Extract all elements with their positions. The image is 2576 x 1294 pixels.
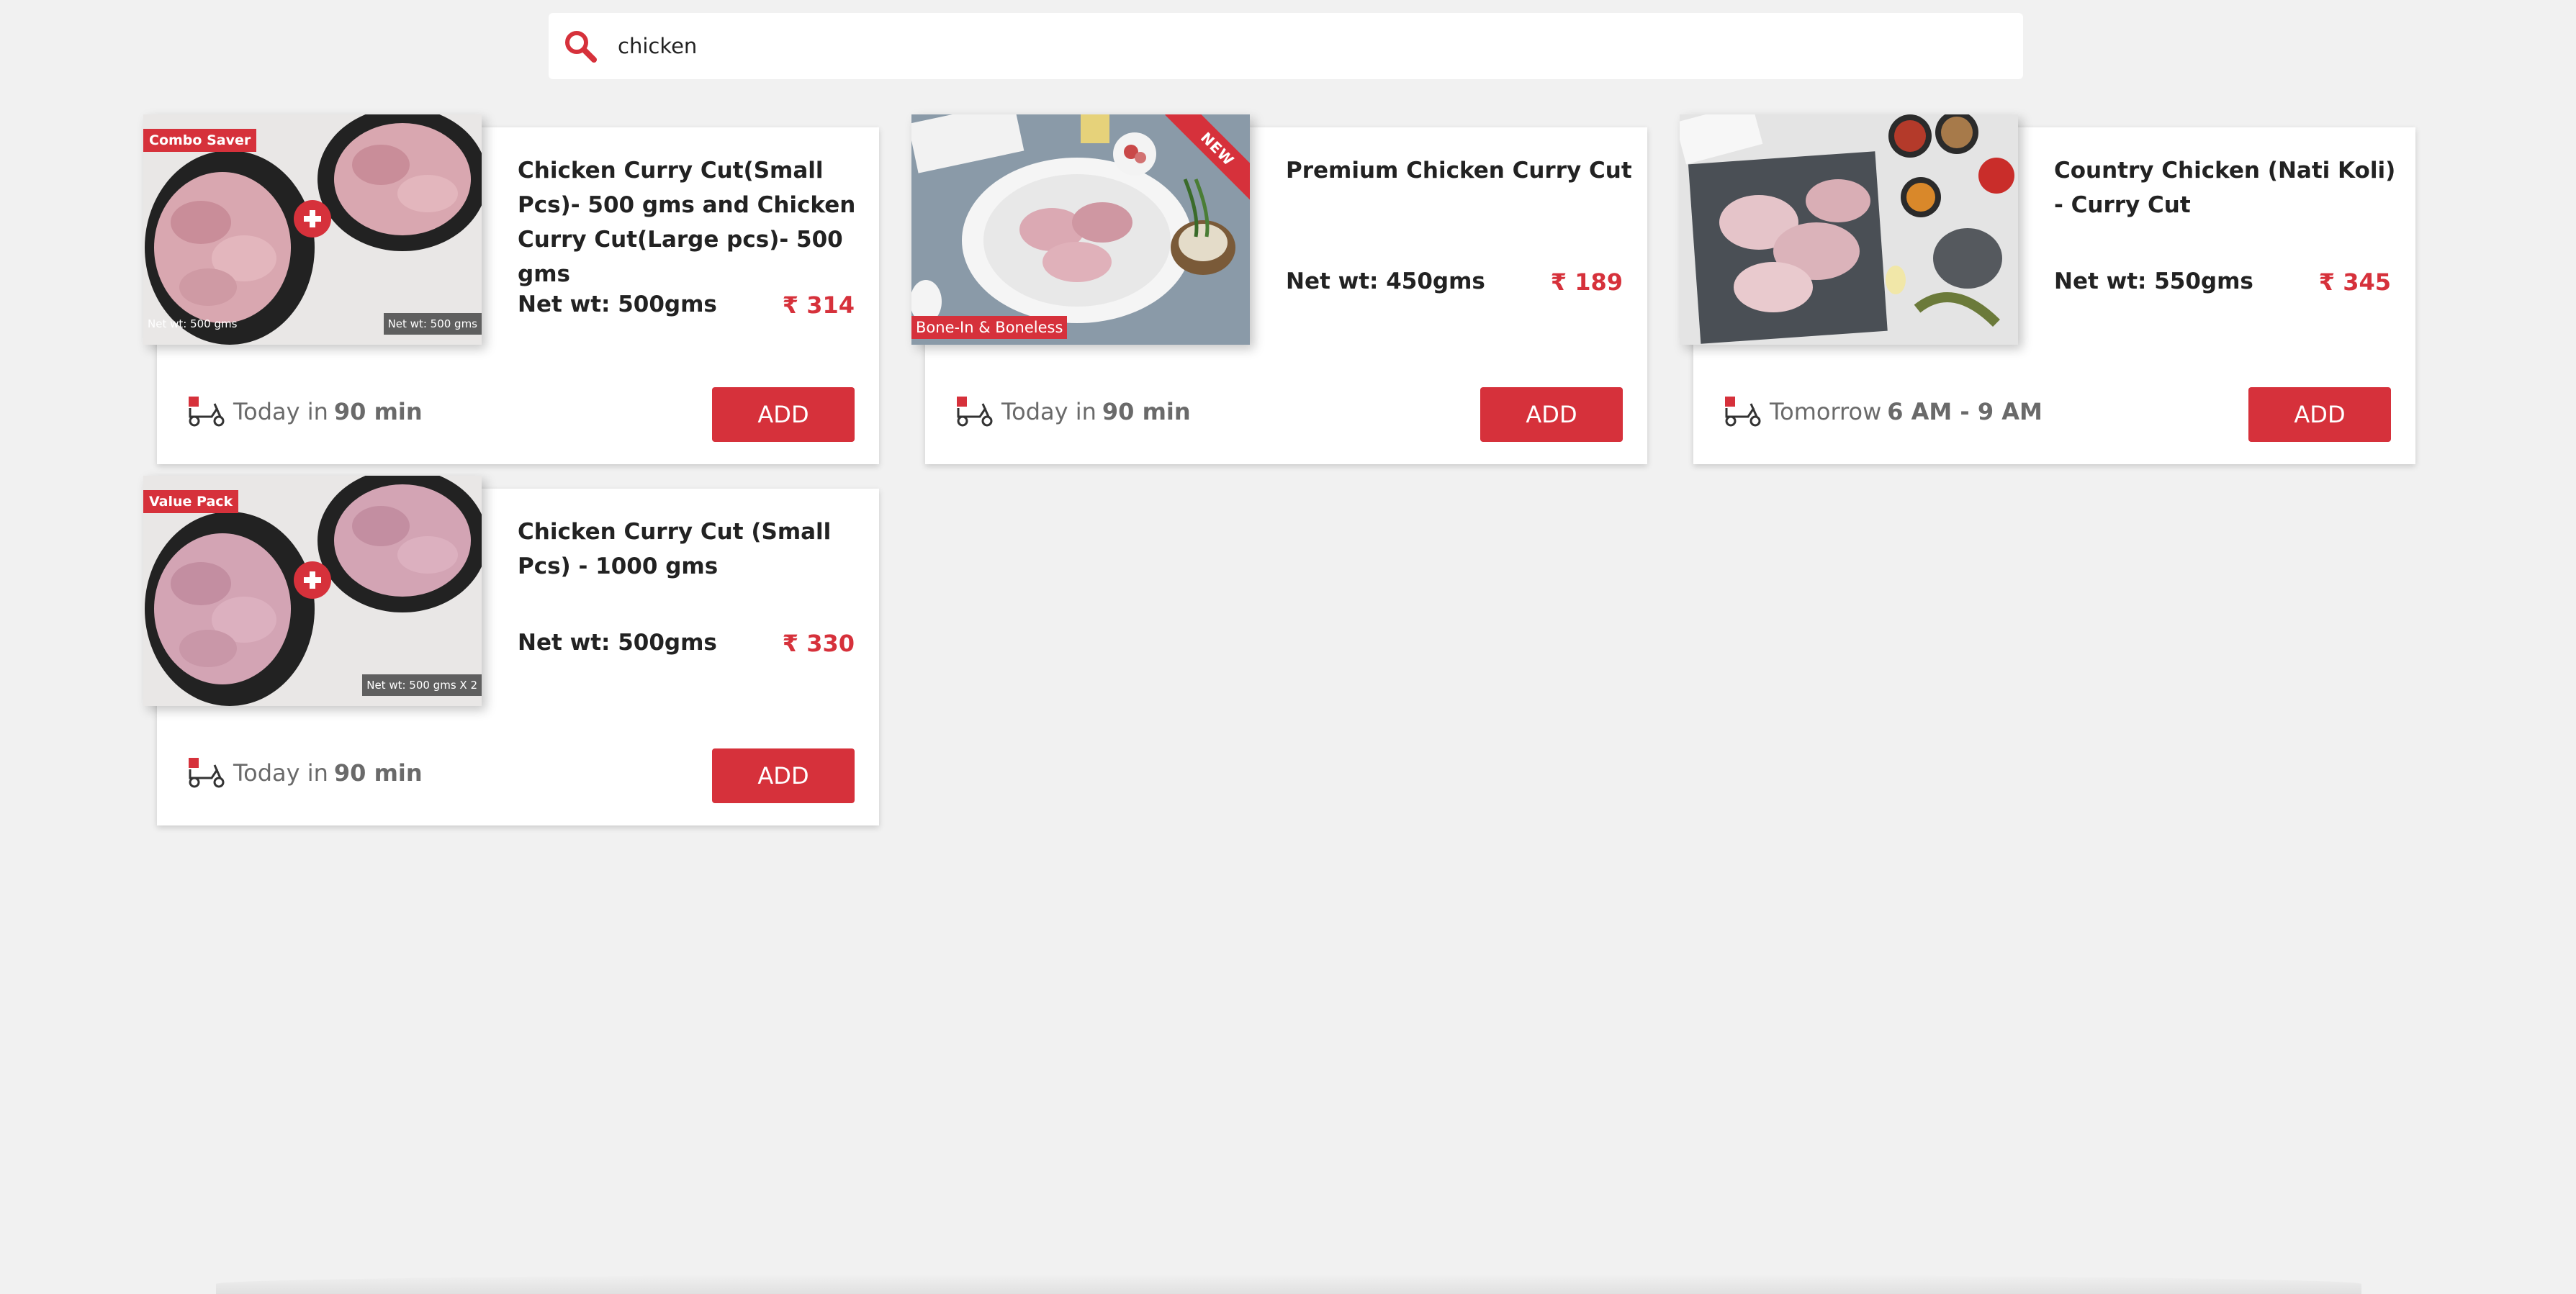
product-badge: Bone-In & Boneless bbox=[911, 316, 1068, 339]
product-image[interactable]: Combo Saver Net wt: 500 gms Net wt: 500 … bbox=[143, 114, 482, 345]
scooter-icon bbox=[189, 758, 225, 788]
delivery-time: 90 min bbox=[1102, 398, 1191, 425]
product-net-weight: Net wt: 450gms bbox=[1286, 268, 1485, 294]
product-card[interactable]: Combo Saver Net wt: 500 gms Net wt: 500 … bbox=[143, 114, 879, 464]
product-price: ₹ 345 bbox=[2318, 268, 2391, 296]
image-weight-label: Net wt: 500 gms bbox=[148, 317, 238, 330]
product-net-weight: Net wt: 500gms bbox=[518, 291, 717, 317]
page-footer-shadow bbox=[216, 1274, 2361, 1294]
search-input[interactable] bbox=[618, 24, 1914, 68]
delivery-time: 90 min bbox=[333, 759, 423, 787]
add-button[interactable]: ADD bbox=[2248, 387, 2391, 442]
delivery-info: Today in 90 min bbox=[954, 395, 1191, 428]
product-net-weight: Net wt: 550gms bbox=[2054, 268, 2253, 294]
product-title[interactable]: Premium Chicken Curry Cut bbox=[1286, 153, 1639, 188]
product-image[interactable]: NEW Bone-In & Boneless bbox=[911, 114, 1250, 345]
product-card[interactable]: NEW Bone-In & Boneless Premium Chicken C… bbox=[911, 114, 1647, 464]
product-image[interactable] bbox=[1680, 114, 2018, 345]
search-icon[interactable] bbox=[562, 27, 599, 65]
product-title[interactable]: Country Chicken (Nati Koli) - Curry Cut bbox=[2054, 153, 2407, 222]
delivery-day: Tomorrow bbox=[1770, 398, 1882, 425]
delivery-info: Today in 90 min bbox=[186, 756, 423, 789]
product-price: ₹ 330 bbox=[782, 630, 855, 657]
search-bar bbox=[549, 13, 2023, 79]
scooter-icon bbox=[189, 397, 225, 427]
delivery-time: 90 min bbox=[333, 398, 423, 425]
image-weight-label: Net wt: 500 gms X 2 bbox=[362, 674, 482, 696]
delivery-time: 6 AM - 9 AM bbox=[1887, 398, 2043, 425]
product-card[interactable]: Country Chicken (Nati Koli) - Curry Cut … bbox=[1680, 114, 2415, 464]
delivery-info: Today in 90 min bbox=[186, 395, 423, 428]
add-button[interactable]: ADD bbox=[712, 387, 855, 442]
delivery-day: Today in bbox=[1001, 398, 1096, 425]
delivery-day: Today in bbox=[233, 759, 328, 787]
product-card[interactable]: Value Pack Net wt: 500 gms X 2 Chicken C… bbox=[143, 476, 879, 825]
add-button[interactable]: ADD bbox=[1480, 387, 1623, 442]
delivery-day: Today in bbox=[233, 398, 328, 425]
product-price: ₹ 189 bbox=[1550, 268, 1623, 296]
scooter-icon bbox=[1725, 397, 1761, 427]
product-title[interactable]: Chicken Curry Cut(Small Pcs)- 500 gms an… bbox=[518, 153, 870, 291]
add-button[interactable]: ADD bbox=[712, 748, 855, 803]
scooter-icon bbox=[957, 397, 993, 427]
image-weight-label: Net wt: 500 gms bbox=[383, 313, 482, 335]
product-image[interactable]: Value Pack Net wt: 500 gms X 2 bbox=[143, 476, 482, 706]
delivery-info: Tomorrow 6 AM - 9 AM bbox=[1722, 395, 2043, 428]
product-price: ₹ 314 bbox=[782, 291, 855, 319]
product-net-weight: Net wt: 500gms bbox=[518, 630, 717, 656]
product-badge: Value Pack bbox=[143, 490, 239, 513]
product-badge: Combo Saver bbox=[143, 129, 257, 152]
product-title[interactable]: Chicken Curry Cut (Small Pcs) - 1000 gms bbox=[518, 515, 870, 584]
